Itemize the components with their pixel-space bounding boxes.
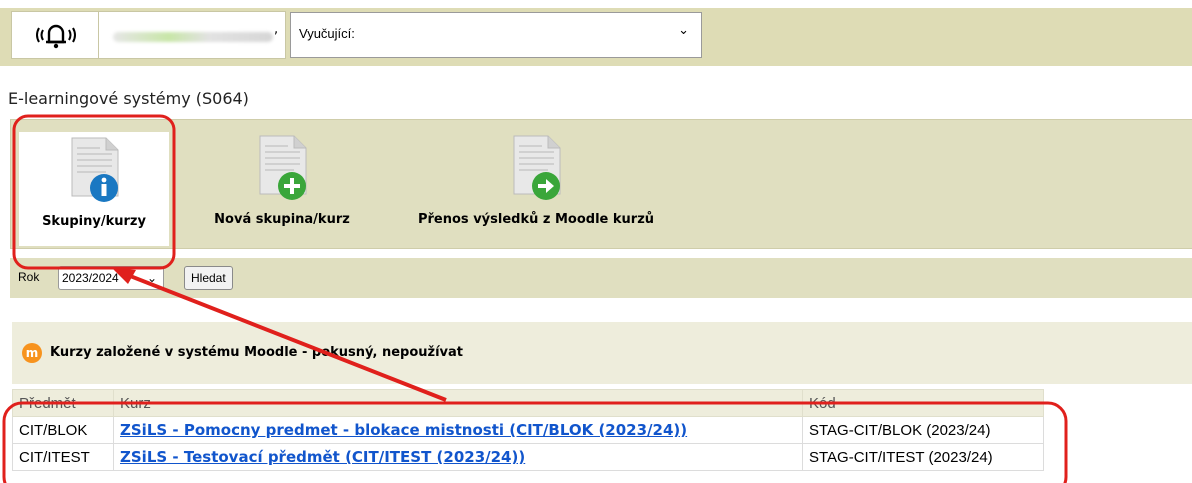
page-title: E-learningové systémy (S064) — [8, 89, 249, 108]
groups-courses-button[interactable]: Skupiny/kurzy — [19, 132, 169, 246]
role-select[interactable]: Vyučující: ⌄ — [290, 12, 702, 58]
search-button[interactable]: Hledat — [184, 266, 233, 290]
course-link[interactable]: ZSiLS - Pomocny predmet - blokace mistno… — [120, 421, 687, 439]
redacted-user-name — [113, 32, 273, 42]
moodle-courses-section: m Kurzy založené v systému Moodle - poku… — [12, 322, 1192, 384]
user-name-field — [98, 11, 286, 59]
new-group-course-button[interactable]: Nová skupina/kurz — [197, 134, 367, 227]
year-select-value: 2023/2024 — [62, 271, 119, 285]
notifications-button[interactable] — [11, 11, 99, 59]
table-header-row: Předmět Kurz Kód — [12, 389, 1044, 417]
action-toolbar: Skupiny/kurzy Nová skupina/kurz Přenos v… — [10, 119, 1192, 249]
top-bar: , Vyučující: ⌄ — [0, 8, 1192, 66]
moodle-transfer-label: Přenos výsledků z Moodle kurzů — [417, 212, 655, 227]
cell-kurz: ZSiLS - Testovací předmět (CIT/ITEST (20… — [113, 443, 803, 471]
chevron-down-icon: ⌄ — [146, 271, 157, 285]
document-info-icon — [66, 136, 122, 206]
groups-courses-label: Skupiny/kurzy — [42, 214, 146, 229]
moodle-logo-icon: m — [22, 343, 42, 363]
filter-bar: Rok 2023/2024 ⌄ Hledat — [10, 258, 1192, 298]
bell-icon — [36, 24, 76, 49]
column-header-kod: Kód — [802, 389, 1044, 417]
column-header-kurz: Kurz — [113, 389, 803, 417]
year-select[interactable]: 2023/2024 ⌄ — [58, 266, 164, 290]
role-select-value: Vyučující: — [299, 26, 355, 41]
cell-kurz: ZSiLS - Pomocny predmet - blokace mistno… — [113, 416, 803, 444]
chevron-down-icon: ⌄ — [678, 23, 689, 38]
table-row: CIT/BLOK ZSiLS - Pomocny predmet - bloka… — [12, 416, 1044, 444]
document-arrow-icon — [508, 134, 564, 204]
new-group-course-label: Nová skupina/kurz — [214, 212, 350, 227]
courses-table: Předmět Kurz Kód CIT/BLOK ZSiLS - Pomocn… — [12, 389, 1044, 471]
document-add-icon — [254, 134, 310, 204]
table-row: CIT/ITEST ZSiLS - Testovací předmět (CIT… — [12, 443, 1044, 471]
course-link[interactable]: ZSiLS - Testovací předmět (CIT/ITEST (20… — [120, 448, 525, 466]
cell-kod: STAG-CIT/BLOK (2023/24) — [802, 416, 1044, 444]
user-separator: , — [274, 22, 279, 37]
column-header-predmet: Předmět — [12, 389, 114, 417]
section-title: Kurzy založené v systému Moodle - pokusn… — [50, 345, 464, 360]
cell-predmet: CIT/BLOK — [12, 416, 114, 444]
moodle-transfer-button[interactable]: Přenos výsledků z Moodle kurzů — [391, 134, 681, 227]
cell-predmet: CIT/ITEST — [12, 443, 114, 471]
cell-kod: STAG-CIT/ITEST (2023/24) — [802, 443, 1044, 471]
year-label: Rok — [18, 270, 40, 284]
